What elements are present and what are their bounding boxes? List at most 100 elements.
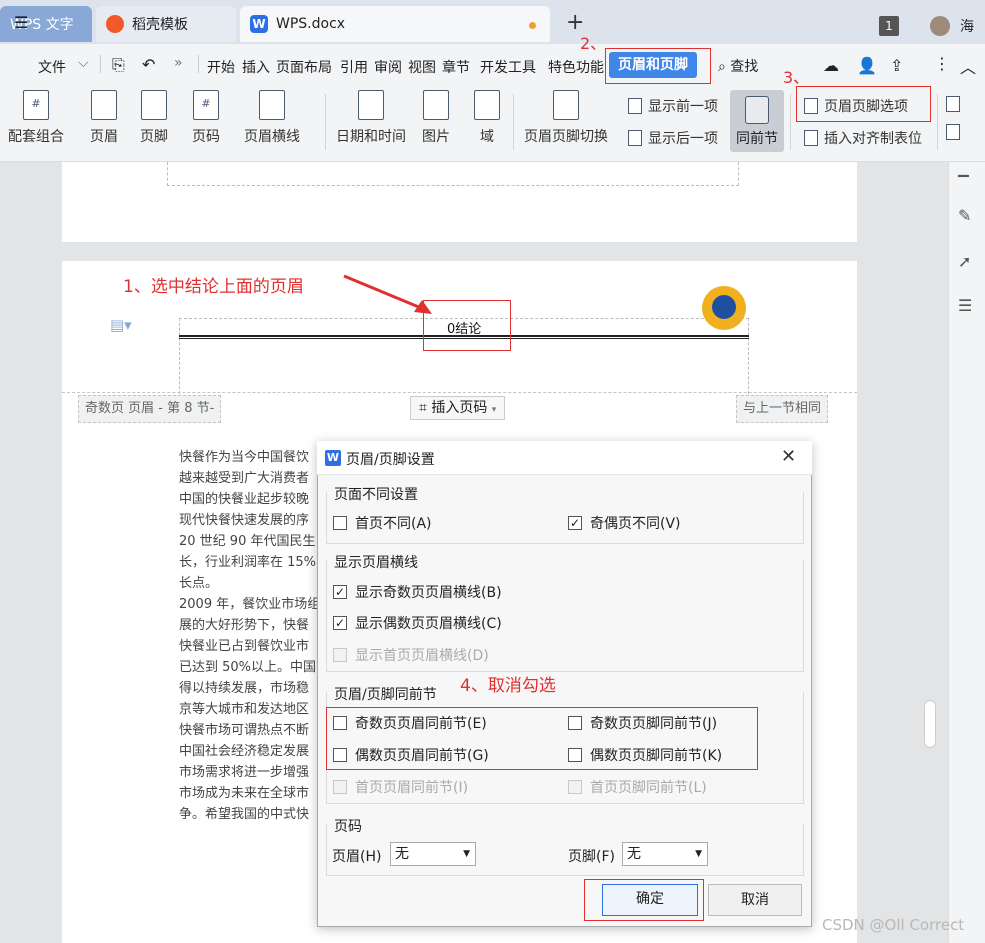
checkmark-icon: ✓	[333, 585, 347, 599]
calendar-icon	[358, 90, 384, 120]
tab-daoke-template[interactable]: 稻壳模板	[96, 6, 236, 42]
undo-icon[interactable]: ↶	[142, 55, 155, 74]
paragraph-options-icon[interactable]: ▤▾	[110, 316, 132, 334]
body-text-line[interactable]: 市场需求将进一步增强	[179, 761, 309, 780]
checkbox-show-odd-header-line[interactable]: ✓ 显示奇数页页眉横线(B)	[333, 582, 502, 602]
annotation-step1: 1、选中结论上面的页眉	[123, 277, 304, 297]
more-icon[interactable]: »	[174, 55, 183, 71]
picture-button[interactable]: 图片	[422, 90, 450, 146]
unsaved-indicator	[529, 22, 536, 29]
ribbon-overflow-button-1[interactable]	[946, 96, 966, 112]
hamburger-icon[interactable]: ☰	[14, 13, 28, 32]
divider	[100, 55, 101, 73]
annotation-arrow	[343, 274, 432, 314]
footer-button[interactable]: 页脚	[140, 90, 168, 146]
collapse-ribbon-icon[interactable]: ︿	[960, 54, 976, 78]
menu-file[interactable]: 文件	[38, 57, 66, 77]
body-text-line[interactable]: 长，行业利润率在 15%	[179, 551, 316, 570]
body-text-line[interactable]: 得以持续发展，市场稳	[179, 677, 309, 696]
kit-combo-button[interactable]: # 配套组合	[8, 90, 64, 146]
annotation-step3: 3、	[783, 68, 810, 87]
checkbox-box	[333, 516, 347, 530]
checkbox-label: 显示奇数页页眉横线(B)	[355, 585, 502, 601]
menu-features[interactable]: 特色功能	[548, 57, 604, 77]
menu-developer[interactable]: 开发工具	[480, 57, 536, 77]
menu-page-layout[interactable]: 页面布局	[276, 57, 332, 77]
show-next-button[interactable]: 显示后一项	[628, 128, 718, 148]
body-text-line[interactable]: 现代快餐快速发展的序	[179, 509, 309, 528]
share-icon[interactable]: ⇪	[890, 56, 903, 75]
body-text-line[interactable]: 争。希望我国的中式快	[179, 803, 309, 822]
body-text-line[interactable]: 快餐市场可谓热点不断	[179, 719, 309, 738]
checkbox-box	[333, 648, 347, 662]
add-user-icon[interactable]: 👤	[857, 56, 877, 75]
body-text-line[interactable]: 中国社会经济稳定发展	[179, 740, 309, 759]
checkbox-odd-even-different[interactable]: ✓ 奇偶页不同(V)	[568, 513, 681, 533]
window-count-badge[interactable]: 1	[879, 16, 899, 36]
checkbox-first-footer-same-as-previous: 首页页脚同前节(L)	[568, 777, 707, 797]
footer-page-number-select[interactable]: 无 ▼	[622, 842, 708, 866]
body-text-line[interactable]: 20 世纪 90 年代国民生	[179, 530, 315, 549]
body-text-line[interactable]: 已达到 50%以上。中国	[179, 656, 316, 675]
header-line-button[interactable]: 页眉横线	[244, 90, 300, 146]
align-tab-icon	[804, 130, 818, 146]
show-previous-button[interactable]: 显示前一项	[628, 96, 718, 116]
tab-document[interactable]: W WPS.docx	[240, 6, 550, 42]
user-name[interactable]: 海	[960, 16, 974, 36]
highlight-box-ok	[584, 879, 704, 921]
scrollbar-thumb[interactable]	[924, 700, 936, 748]
body-text-line[interactable]: 市场成为未来在全球市	[179, 782, 309, 801]
search-button[interactable]: ⌕ 查找	[718, 56, 758, 76]
header-icon	[91, 90, 117, 120]
header-button[interactable]: 页眉	[90, 90, 118, 146]
menu-section[interactable]: 章节	[442, 57, 470, 77]
chevron-down-icon[interactable]: ⌵	[78, 55, 89, 71]
menu-reference[interactable]: 引用	[340, 57, 368, 77]
link-section-icon	[745, 96, 769, 124]
settings-sliders-icon[interactable]: ☰	[958, 296, 972, 315]
button-label: 插入对齐制表位	[824, 131, 922, 147]
sidebar-collapse-icon[interactable]: ▔	[958, 176, 969, 192]
more-options-icon[interactable]: ⋮	[934, 54, 950, 73]
ribbon-overflow-button-2[interactable]	[946, 124, 966, 140]
vertical-scrollbar[interactable]	[921, 162, 939, 943]
menu-insert[interactable]: 插入	[242, 57, 270, 77]
header-footer-switch-button[interactable]: 页眉页脚切换	[524, 90, 608, 146]
body-text-line[interactable]: 京等大城市和发达地区	[179, 698, 309, 717]
show-next-icon	[628, 130, 642, 146]
checkbox-show-even-header-line[interactable]: ✓ 显示偶数页页眉横线(C)	[333, 613, 502, 633]
tab-label: 稻壳模板	[132, 17, 188, 33]
date-time-button[interactable]: 日期和时间	[336, 90, 406, 146]
menu-start[interactable]: 开始	[207, 57, 235, 77]
checkmark-icon: ✓	[568, 516, 582, 530]
menu-view[interactable]: 视图	[408, 57, 436, 77]
checkbox-first-page-different[interactable]: 首页不同(A)	[333, 513, 432, 533]
cursor-icon[interactable]: ➚	[958, 252, 971, 271]
checkbox-label: 首页不同(A)	[355, 516, 432, 532]
save-icon[interactable]: ⎘	[112, 55, 125, 75]
kit-icon: #	[23, 90, 49, 120]
close-icon[interactable]: ✕	[781, 446, 796, 467]
body-text-line[interactable]: 中国的快餐业起步较晚	[179, 488, 309, 507]
cloud-icon[interactable]: ☁	[823, 56, 839, 75]
body-text-line[interactable]: 快餐业已占到餐饮业市	[179, 635, 309, 654]
field-icon	[474, 90, 500, 120]
body-text-line[interactable]: 展的大好形势下，快餐	[179, 614, 309, 633]
body-text-line[interactable]: 越来越受到广大消费者	[179, 467, 309, 486]
body-text-line[interactable]: 2009 年，餐饮业市场组	[179, 593, 320, 612]
odd-page-header-tag: 奇数页 页眉 - 第 8 节-	[78, 395, 222, 423]
cancel-button[interactable]: 取消	[708, 884, 802, 916]
button-label: 显示后一项	[648, 131, 718, 147]
field-button[interactable]: 域	[474, 90, 500, 146]
body-text-line[interactable]: 长点。	[179, 572, 218, 591]
header-page-number-select[interactable]: 无 ▼	[390, 842, 476, 866]
pen-icon[interactable]: ✎	[958, 206, 971, 225]
insert-align-tab-button[interactable]: 插入对齐制表位	[804, 128, 922, 148]
body-text-line[interactable]: 快餐作为当今中国餐饮	[179, 446, 309, 465]
same-as-previous-section-button[interactable]: 同前节	[730, 90, 784, 152]
page-number-button[interactable]: # 页码	[192, 90, 220, 146]
avatar[interactable]	[930, 16, 950, 36]
menu-review[interactable]: 审阅	[374, 57, 402, 77]
insert-page-number-button[interactable]: ⌗ 插入页码 ▾	[410, 396, 506, 420]
dialog-title: 页眉/页脚设置	[346, 452, 435, 468]
